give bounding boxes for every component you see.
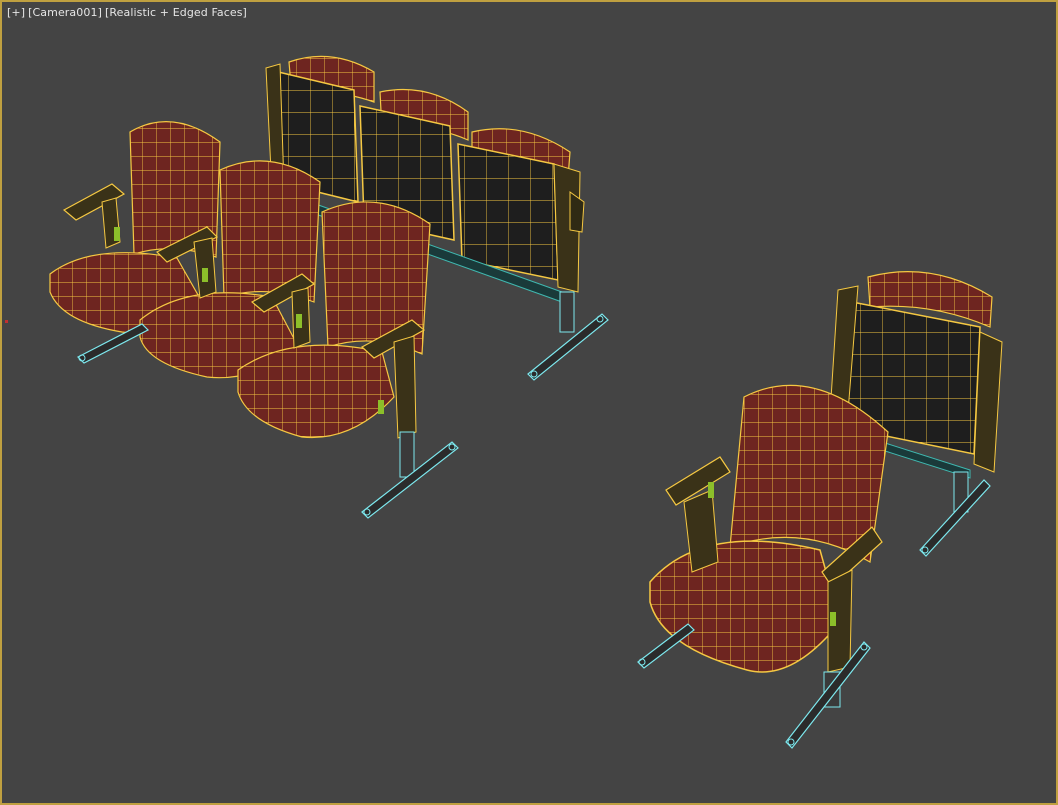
scene-canvas[interactable] [2,2,1056,803]
axis-marker [5,320,8,323]
viewport-camera-menu[interactable]: [Camera001] [28,6,102,19]
viewport-shading-menu[interactable]: [Realistic + Edged Faces] [105,6,247,19]
viewport-plus-menu[interactable]: [+] [7,6,25,19]
viewport-camera001[interactable]: [+] [Camera001] [Realistic + Edged Faces] [0,0,1058,805]
viewport-label: [+] [Camera001] [Realistic + Edged Faces] [7,6,250,19]
single-seat-down[interactable] [637,384,889,749]
